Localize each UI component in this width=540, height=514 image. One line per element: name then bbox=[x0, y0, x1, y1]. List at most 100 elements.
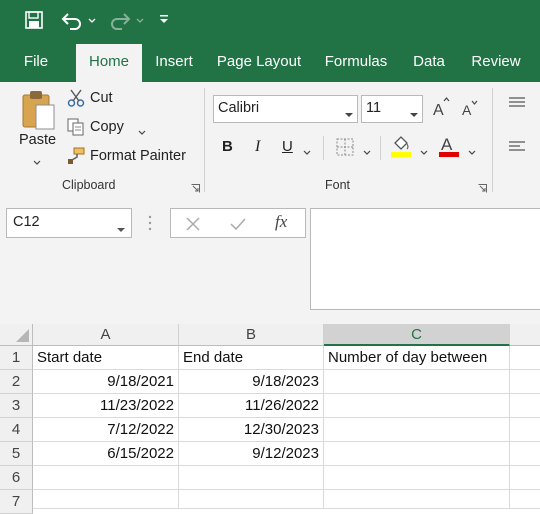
cell-a2[interactable]: 9/18/2021 bbox=[33, 370, 179, 394]
bold-button[interactable]: B bbox=[222, 138, 233, 155]
svg-text:A: A bbox=[462, 102, 472, 118]
name-box-value: C12 bbox=[13, 214, 40, 230]
fill-color-dropdown-icon[interactable] bbox=[420, 144, 428, 155]
cut-button[interactable]: Cut bbox=[90, 90, 113, 106]
cell-d2[interactable] bbox=[510, 370, 540, 394]
cell-b3[interactable]: 11/26/2022 bbox=[179, 394, 324, 418]
undo-dropdown-icon[interactable] bbox=[87, 13, 97, 23]
cell-b1[interactable]: End date bbox=[179, 346, 324, 370]
save-icon[interactable] bbox=[24, 10, 44, 30]
insert-function-button[interactable]: fx bbox=[275, 212, 287, 232]
cell-b7[interactable] bbox=[179, 490, 324, 509]
column-header-c[interactable]: C bbox=[324, 324, 510, 346]
font-size-dropdown-icon[interactable] bbox=[410, 106, 418, 117]
cell-c7[interactable] bbox=[324, 490, 510, 509]
row-header-6[interactable]: 6 bbox=[0, 466, 33, 490]
ribbon-separator bbox=[492, 88, 493, 192]
copy-icon[interactable] bbox=[67, 118, 85, 136]
cell-d4[interactable] bbox=[510, 418, 540, 442]
format-painter-button[interactable]: Format Painter bbox=[90, 148, 186, 164]
row-header-4[interactable]: 4 bbox=[0, 418, 33, 442]
redo-dropdown-icon[interactable] bbox=[135, 13, 145, 23]
confirm-entry-icon[interactable] bbox=[229, 216, 247, 232]
font-size-value: 11 bbox=[366, 100, 382, 116]
row-header-7[interactable]: 7 bbox=[0, 490, 33, 514]
cell-b2[interactable]: 9/18/2023 bbox=[179, 370, 324, 394]
customize-toolbar-icon[interactable] bbox=[158, 12, 170, 26]
column-header-b[interactable]: B bbox=[179, 324, 324, 346]
font-size-select[interactable]: 11 bbox=[361, 95, 423, 123]
column-header-a[interactable]: A bbox=[33, 324, 179, 346]
cancel-entry-icon[interactable] bbox=[185, 216, 201, 232]
paste-button[interactable]: Paste bbox=[19, 132, 56, 148]
row-header-3[interactable]: 3 bbox=[0, 394, 33, 418]
cell-a5[interactable]: 6/15/2022 bbox=[33, 442, 179, 466]
font-name-dropdown-icon[interactable] bbox=[345, 106, 353, 117]
name-box[interactable]: C12 bbox=[6, 208, 132, 238]
paste-dropdown-icon[interactable] bbox=[33, 154, 41, 165]
row-header-5[interactable]: 5 bbox=[0, 442, 33, 466]
undo-icon[interactable] bbox=[60, 10, 84, 30]
cell-a7[interactable] bbox=[33, 490, 179, 509]
copy-button[interactable]: Copy bbox=[90, 119, 124, 135]
font-color-dropdown-icon[interactable] bbox=[468, 144, 476, 155]
svg-text:A: A bbox=[433, 102, 444, 119]
tab-review[interactable]: Review bbox=[466, 42, 526, 82]
select-all-button[interactable] bbox=[0, 324, 33, 346]
font-color-icon[interactable]: A bbox=[438, 134, 460, 158]
underline-dropdown-icon[interactable] bbox=[303, 144, 311, 155]
svg-text:A: A bbox=[441, 135, 453, 154]
cell-c3[interactable] bbox=[324, 394, 510, 418]
cell-c1[interactable]: Number of day between bbox=[324, 346, 510, 370]
cell-d5[interactable] bbox=[510, 442, 540, 466]
paste-icon[interactable] bbox=[20, 89, 56, 131]
cell-a3[interactable]: 11/23/2022 bbox=[33, 394, 179, 418]
cell-c4[interactable] bbox=[324, 418, 510, 442]
cell-c6[interactable] bbox=[324, 466, 510, 490]
formula-buttons: fx bbox=[170, 208, 306, 238]
cell-b6[interactable] bbox=[179, 466, 324, 490]
cell-d3[interactable] bbox=[510, 394, 540, 418]
cut-icon[interactable] bbox=[67, 89, 85, 107]
align-left-icon[interactable] bbox=[508, 140, 526, 152]
cell-b5[interactable]: 9/12/2023 bbox=[179, 442, 324, 466]
font-name-value: Calibri bbox=[218, 100, 260, 116]
top-align-icon[interactable] bbox=[508, 96, 526, 108]
cell-a1[interactable]: Start date bbox=[33, 346, 179, 370]
row-header-2[interactable]: 2 bbox=[0, 370, 33, 394]
tab-home[interactable]: Home bbox=[76, 44, 142, 82]
italic-button[interactable]: I bbox=[255, 138, 260, 156]
font-name-select[interactable]: Calibri bbox=[213, 95, 358, 123]
fill-color-icon[interactable] bbox=[390, 134, 412, 158]
cell-d7[interactable] bbox=[510, 490, 540, 509]
underline-button[interactable]: U bbox=[282, 138, 293, 155]
name-box-dropdown-icon[interactable] bbox=[117, 221, 125, 232]
tab-page-layout[interactable]: Page Layout bbox=[212, 42, 306, 82]
cell-c5[interactable] bbox=[324, 442, 510, 466]
tab-formulas[interactable]: Formulas bbox=[320, 42, 392, 82]
ribbon-separator bbox=[380, 136, 381, 160]
tab-data[interactable]: Data bbox=[406, 42, 452, 82]
column-header-d[interactable] bbox=[510, 324, 540, 346]
cell-d6[interactable] bbox=[510, 466, 540, 490]
borders-dropdown-icon[interactable] bbox=[363, 144, 371, 155]
decrease-font-size-icon[interactable]: A bbox=[461, 99, 479, 119]
tab-insert[interactable]: Insert bbox=[148, 42, 200, 82]
cell-b4[interactable]: 12/30/2023 bbox=[179, 418, 324, 442]
cell-c2[interactable] bbox=[324, 370, 510, 394]
row-header-1[interactable]: 1 bbox=[0, 346, 33, 370]
cell-d1[interactable] bbox=[510, 346, 540, 370]
cell-a4[interactable]: 7/12/2022 bbox=[33, 418, 179, 442]
formula-input[interactable] bbox=[310, 208, 540, 310]
formula-bar-grip-icon[interactable] bbox=[148, 214, 152, 232]
font-launcher-icon[interactable] bbox=[478, 180, 487, 193]
tab-file[interactable]: File bbox=[12, 42, 60, 82]
ribbon-separator bbox=[204, 88, 205, 192]
borders-icon[interactable] bbox=[336, 138, 354, 156]
redo-icon[interactable] bbox=[108, 10, 132, 30]
copy-dropdown-icon[interactable] bbox=[138, 124, 146, 135]
increase-font-size-icon[interactable]: A bbox=[432, 97, 450, 119]
cell-a6[interactable] bbox=[33, 466, 179, 490]
clipboard-launcher-icon[interactable] bbox=[191, 180, 200, 193]
format-painter-icon[interactable] bbox=[67, 147, 85, 165]
